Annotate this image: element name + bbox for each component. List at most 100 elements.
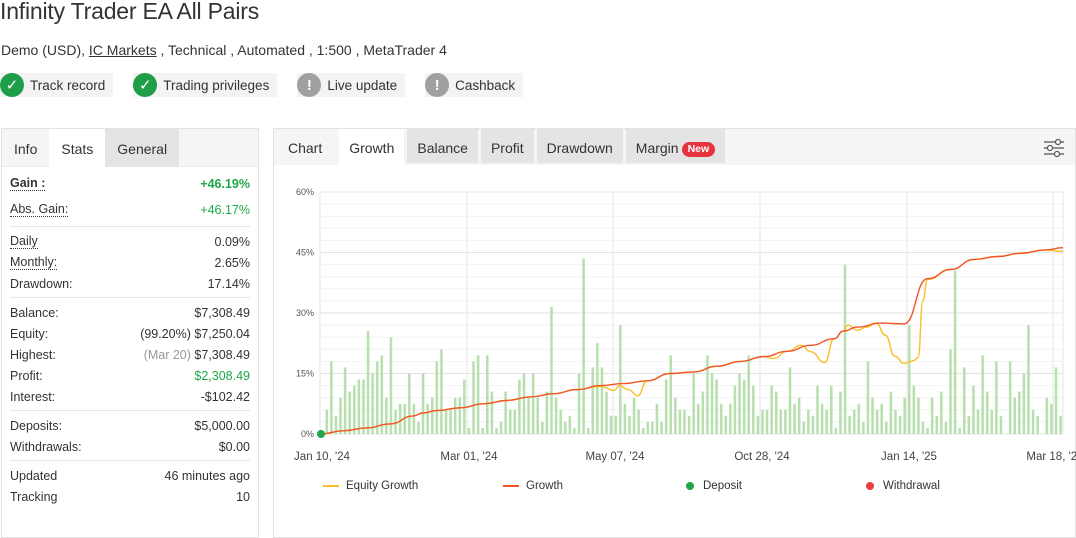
daily-bar xyxy=(541,421,544,434)
daily-bar xyxy=(678,409,682,434)
daily-bar xyxy=(449,409,452,434)
daily-bar xyxy=(898,415,902,434)
daily-bar xyxy=(596,343,599,434)
daily-bar xyxy=(756,415,760,434)
daily-bar xyxy=(797,397,801,434)
daily-bar xyxy=(738,373,741,434)
daily-bar xyxy=(742,379,746,434)
daily-bar xyxy=(779,409,783,434)
daily-bar xyxy=(573,427,576,434)
daily-bar xyxy=(430,397,434,434)
daily-bar xyxy=(614,415,617,434)
daily-bar xyxy=(976,409,980,434)
legend-withdrawal[interactable]: Withdrawal xyxy=(866,480,1046,492)
daily-bar xyxy=(1059,415,1062,434)
daily-bar xyxy=(637,409,640,434)
daily-bar xyxy=(733,385,737,434)
daily-bar xyxy=(582,258,585,434)
daily-bar xyxy=(619,325,622,434)
daily-bar xyxy=(380,355,384,434)
daily-bar xyxy=(852,409,856,434)
daily-bar xyxy=(600,367,604,434)
daily-bar xyxy=(697,403,700,434)
legend-label: Withdrawal xyxy=(883,480,940,492)
daily-bar xyxy=(825,409,828,434)
y-axis-ticks: 0% 15% 30% 45% 60% xyxy=(296,187,314,439)
y-tick-label: 60% xyxy=(296,187,314,197)
daily-bar xyxy=(504,391,507,434)
daily-bar xyxy=(531,373,535,434)
daily-bar xyxy=(623,403,627,434)
daily-bar xyxy=(710,373,714,434)
daily-bar xyxy=(834,427,838,434)
deposit-marker xyxy=(317,430,325,438)
x-tick-label: Mar 01, '24 xyxy=(440,451,498,463)
daily-bar xyxy=(724,415,728,434)
daily-bar xyxy=(692,373,695,434)
y-tick-label: 15% xyxy=(296,369,314,379)
daily-bar xyxy=(935,415,939,434)
daily-bar xyxy=(1036,415,1039,434)
daily-bar xyxy=(577,373,581,434)
legend-growth[interactable]: Growth xyxy=(503,480,686,492)
daily-bar xyxy=(953,270,957,434)
daily-bar xyxy=(1008,361,1012,434)
daily-bar xyxy=(458,397,462,434)
daily-bar xyxy=(784,409,787,434)
growth-chart: 0% 15% 30% 45% 60% Jan 10, '24 Mar 01, '24 May… xyxy=(294,187,1076,463)
daily-bar xyxy=(830,385,833,434)
daily-bar xyxy=(871,397,874,434)
daily-bar xyxy=(999,415,1003,434)
daily-bar xyxy=(907,325,911,434)
daily-bar xyxy=(545,391,549,434)
daily-bar xyxy=(930,397,934,434)
daily-bar xyxy=(417,421,420,434)
daily-bar xyxy=(371,373,374,434)
daily-bar xyxy=(646,421,650,434)
daily-bar xyxy=(426,403,429,434)
daily-bar xyxy=(889,391,893,434)
daily-bar xyxy=(499,421,503,434)
chart-legend: Equity Growth Growth Deposit Withdrawal xyxy=(323,480,1046,492)
daily-bar xyxy=(375,361,379,434)
daily-bar xyxy=(816,385,819,434)
legend-deposit[interactable]: Deposit xyxy=(686,480,866,492)
daily-bar xyxy=(472,361,475,434)
x-tick-label: Mar 18, '25 xyxy=(1026,451,1076,463)
daily-bar xyxy=(444,409,448,434)
daily-bar xyxy=(467,427,471,434)
daily-bar xyxy=(421,373,425,434)
daily-bar xyxy=(440,349,443,434)
daily-bar xyxy=(985,391,989,434)
daily-bar xyxy=(843,264,847,434)
daily-bar xyxy=(385,397,388,434)
daily-bar xyxy=(398,403,402,434)
x-axis-ticks: Jan 10, '24 Mar 01, '24 May 07, '24 Oct 28,… xyxy=(294,451,1076,463)
daily-bar xyxy=(1018,391,1021,434)
daily-bar xyxy=(880,403,883,434)
daily-bar xyxy=(701,391,705,434)
daily-bar xyxy=(761,409,764,434)
daily-bar xyxy=(357,379,361,434)
daily-bar xyxy=(550,306,553,434)
daily-bar xyxy=(591,367,595,434)
daily-bar xyxy=(389,337,393,434)
daily-bar xyxy=(674,397,677,434)
daily-bar xyxy=(660,421,663,434)
legend-equity-growth[interactable]: Equity Growth xyxy=(323,480,503,492)
deposit-dot-icon xyxy=(686,482,694,490)
daily-bar xyxy=(811,415,815,434)
growth-line-swatch xyxy=(503,485,519,487)
daily-bar xyxy=(949,349,952,434)
y-tick-label: 45% xyxy=(296,248,314,258)
daily-bar xyxy=(669,355,673,434)
daily-bar xyxy=(330,361,333,434)
daily-bar xyxy=(752,385,755,434)
legend-label: Equity Growth xyxy=(346,480,419,492)
daily-bar xyxy=(435,361,439,434)
daily-bar xyxy=(412,403,416,434)
daily-bar xyxy=(559,409,562,434)
daily-bar xyxy=(1031,409,1035,434)
daily-bar xyxy=(353,385,356,434)
daily-bar xyxy=(563,421,567,434)
